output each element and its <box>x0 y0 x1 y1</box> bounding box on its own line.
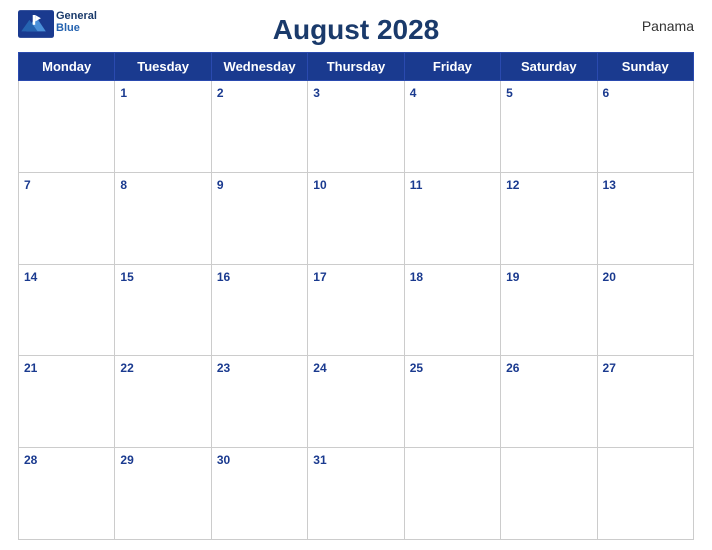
calendar-day: 8 <box>115 172 211 264</box>
calendar-day: 20 <box>597 264 693 356</box>
day-number: 14 <box>24 270 37 284</box>
day-number: 27 <box>603 361 616 375</box>
calendar-day: 2 <box>211 81 307 173</box>
calendar-day: 28 <box>19 448 115 540</box>
calendar-day <box>597 448 693 540</box>
calendar-title: August 2028 <box>18 14 694 46</box>
calendar-day: 21 <box>19 356 115 448</box>
calendar-day: 1 <box>115 81 211 173</box>
day-number: 28 <box>24 453 37 467</box>
day-number: 15 <box>120 270 133 284</box>
logo-general-text: General <box>56 10 97 22</box>
calendar-day: 31 <box>308 448 404 540</box>
day-number: 24 <box>313 361 326 375</box>
calendar-day <box>19 81 115 173</box>
calendar-day: 29 <box>115 448 211 540</box>
calendar-day: 3 <box>308 81 404 173</box>
calendar-day: 15 <box>115 264 211 356</box>
calendar-day: 11 <box>404 172 500 264</box>
table-row: 28 29 30 31 <box>19 448 694 540</box>
day-number: 11 <box>410 178 423 192</box>
day-number: 22 <box>120 361 133 375</box>
col-sunday: Sunday <box>597 53 693 81</box>
day-number: 30 <box>217 453 230 467</box>
calendar-day: 7 <box>19 172 115 264</box>
calendar-day: 14 <box>19 264 115 356</box>
calendar-table: Monday Tuesday Wednesday Thursday Friday… <box>18 52 694 540</box>
calendar-day: 24 <box>308 356 404 448</box>
day-number: 29 <box>120 453 133 467</box>
calendar-day: 23 <box>211 356 307 448</box>
day-number: 2 <box>217 86 224 100</box>
day-number: 12 <box>506 178 519 192</box>
calendar-day: 5 <box>501 81 597 173</box>
day-number: 25 <box>410 361 423 375</box>
calendar-day: 9 <box>211 172 307 264</box>
col-saturday: Saturday <box>501 53 597 81</box>
calendar-day: 19 <box>501 264 597 356</box>
day-number: 7 <box>24 178 31 192</box>
day-number: 23 <box>217 361 230 375</box>
calendar-body: 1234567891011121314151617181920212223242… <box>19 81 694 540</box>
day-number: 20 <box>603 270 616 284</box>
day-number: 10 <box>313 178 326 192</box>
logo-blue-text: Blue <box>56 22 80 34</box>
day-number: 9 <box>217 178 224 192</box>
col-thursday: Thursday <box>308 53 404 81</box>
day-number: 1 <box>120 86 127 100</box>
calendar-day: 17 <box>308 264 404 356</box>
calendar-day: 16 <box>211 264 307 356</box>
calendar-day: 13 <box>597 172 693 264</box>
day-number: 8 <box>120 178 127 192</box>
day-number: 21 <box>24 361 37 375</box>
day-number: 6 <box>603 86 610 100</box>
table-row: 14 15 16 17 18 19 20 <box>19 264 694 356</box>
table-row: 7 8 9 10 11 12 13 <box>19 172 694 264</box>
day-number: 3 <box>313 86 320 100</box>
day-number: 16 <box>217 270 230 284</box>
calendar-day <box>501 448 597 540</box>
table-row: 1 2 3 4 5 6 <box>19 81 694 173</box>
calendar-header-row: Monday Tuesday Wednesday Thursday Friday… <box>19 53 694 81</box>
col-tuesday: Tuesday <box>115 53 211 81</box>
col-friday: Friday <box>404 53 500 81</box>
day-number: 26 <box>506 361 519 375</box>
col-wednesday: Wednesday <box>211 53 307 81</box>
calendar-day: 18 <box>404 264 500 356</box>
calendar-day: 12 <box>501 172 597 264</box>
calendar-day: 6 <box>597 81 693 173</box>
col-monday: Monday <box>19 53 115 81</box>
calendar-day: 4 <box>404 81 500 173</box>
general-blue-logo-icon <box>18 10 54 38</box>
day-number: 18 <box>410 270 423 284</box>
day-number: 4 <box>410 86 417 100</box>
calendar-day: 26 <box>501 356 597 448</box>
calendar-day: 27 <box>597 356 693 448</box>
day-number: 31 <box>313 453 326 467</box>
calendar-header: General Blue August 2028 Panama <box>18 10 694 46</box>
day-number: 17 <box>313 270 326 284</box>
calendar-day <box>404 448 500 540</box>
day-number: 13 <box>603 178 616 192</box>
country-label: Panama <box>642 18 694 34</box>
calendar-day: 10 <box>308 172 404 264</box>
day-number: 19 <box>506 270 519 284</box>
day-number: 5 <box>506 86 513 100</box>
calendar-day: 25 <box>404 356 500 448</box>
table-row: 21 22 23 24 25 26 27 <box>19 356 694 448</box>
calendar-day: 30 <box>211 448 307 540</box>
calendar-day: 22 <box>115 356 211 448</box>
